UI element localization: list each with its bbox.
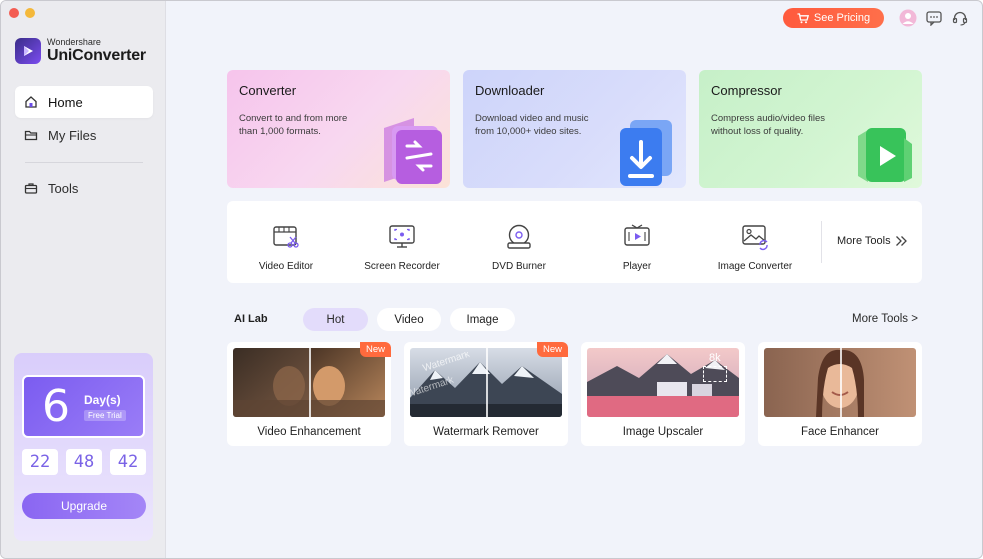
tab-hot[interactable]: Hot: [303, 308, 368, 331]
converter-art-icon: [384, 118, 442, 184]
screen-recorder-icon: [389, 225, 415, 248]
app-window: Wondershare UniConverter Home My Files T…: [0, 0, 983, 559]
uniconverter-logo-icon: [15, 38, 41, 64]
brand-company: Wondershare: [47, 37, 101, 47]
tool-player[interactable]: Player: [578, 201, 696, 283]
watermark-overlay: Watermark Watermark: [410, 352, 486, 417]
more-tools-link[interactable]: More Tools: [837, 235, 908, 247]
brand: Wondershare UniConverter: [15, 37, 146, 65]
player-icon: [624, 224, 650, 246]
feedback-icon[interactable]: [925, 9, 943, 27]
trial-card: 6 Day(s) Free Trial 22 48 42 Upgrade: [14, 353, 153, 541]
video-editor-icon: [273, 226, 299, 248]
ai-card-video-enhancement[interactable]: New Video Enhancement: [227, 342, 391, 446]
window-controls: [9, 8, 35, 18]
tab-video[interactable]: Video: [377, 308, 441, 331]
tool-label: Screen Recorder: [364, 261, 440, 272]
image-upscaler-thumbnail: 8k: [587, 348, 739, 417]
tool-video-editor[interactable]: Video Editor: [227, 201, 345, 283]
sidebar-divider: [25, 162, 143, 163]
sidebar-item-tools[interactable]: Tools: [15, 172, 153, 204]
free-trial-badge: Free Trial: [84, 409, 126, 421]
video-enhancement-thumbnail: [233, 348, 385, 417]
tools-divider: [821, 221, 822, 263]
ai-card-watermark-remover[interactable]: Watermark Watermark New Watermark Remove…: [404, 342, 568, 446]
dvd-burner-icon: [507, 224, 531, 249]
avatar[interactable]: [899, 9, 917, 27]
countdown-seconds: 42: [110, 449, 146, 475]
resolution-label: 8k: [709, 352, 721, 364]
ai-lab-more-tools-link[interactable]: More Tools >: [852, 313, 918, 325]
toolbox-icon: [24, 183, 38, 194]
tool-screen-recorder[interactable]: Screen Recorder: [343, 201, 461, 283]
trial-countdown: 22 48 42: [22, 449, 146, 475]
downloader-card[interactable]: Downloader Download video and music from…: [463, 70, 686, 188]
compressor-card[interactable]: Compressor Compress audio/video files wi…: [699, 70, 922, 188]
compressor-title: Compressor: [711, 83, 782, 98]
see-pricing-label: See Pricing: [813, 12, 871, 24]
sidebar-item-label: Tools: [48, 180, 79, 196]
see-pricing-button[interactable]: See Pricing: [783, 8, 884, 28]
compare-divider: [309, 348, 311, 417]
tool-dvd-burner[interactable]: DVD Burner: [460, 201, 578, 283]
tab-image[interactable]: Image: [450, 308, 515, 331]
new-badge: New: [359, 342, 391, 357]
trial-days-label: Day(s): [84, 392, 121, 407]
converter-title: Converter: [239, 83, 297, 98]
downloader-art-icon: [620, 120, 672, 186]
zoom-frame: [703, 366, 727, 382]
compressor-art-icon: [858, 128, 912, 182]
watermark-remover-thumbnail: Watermark Watermark: [410, 348, 562, 417]
new-badge: New: [536, 342, 568, 357]
brand-name: UniConverter: [47, 47, 146, 64]
cart-icon: [797, 12, 809, 23]
tool-label: Image Converter: [717, 261, 793, 272]
tool-label: DVD Burner: [492, 261, 546, 272]
double-chevron-right-icon: [895, 236, 907, 246]
watermark-text: Watermark: [410, 374, 456, 401]
sidebar-item-label: Home: [48, 94, 83, 110]
face-enhancer-thumbnail: [764, 348, 916, 417]
close-window-button[interactable]: [9, 8, 19, 18]
folder-icon: [24, 130, 38, 141]
downloader-title: Downloader: [475, 83, 545, 98]
ai-card-label: Face Enhancer: [801, 426, 879, 438]
tool-label: Video Editor: [258, 261, 314, 272]
sidebar-item-label: My Files: [48, 127, 97, 143]
ai-card-label: Watermark Remover: [433, 426, 539, 438]
trial-days-box: 6 Day(s) Free Trial: [22, 375, 145, 438]
home-icon: [25, 96, 37, 108]
sidebar: Wondershare UniConverter Home My Files T…: [1, 1, 166, 558]
sidebar-item-my-files[interactable]: My Files: [15, 119, 153, 151]
ai-card-face-enhancer[interactable]: Face Enhancer: [758, 342, 922, 446]
compare-divider: [840, 348, 842, 417]
upgrade-button[interactable]: Upgrade: [22, 493, 146, 519]
support-headset-icon[interactable]: [951, 9, 969, 27]
more-tools-label: More Tools: [837, 235, 891, 247]
sidebar-item-home[interactable]: Home: [15, 86, 153, 118]
ai-card-image-upscaler[interactable]: 8k Image Upscaler: [581, 342, 745, 446]
ai-card-label: Video Enhancement: [257, 426, 361, 438]
trial-days-number: 6: [42, 380, 70, 432]
watermark-text: Watermark: [421, 352, 472, 375]
ai-lab-title: AI Lab: [234, 313, 268, 325]
quick-tools-bar: Video Editor Screen Recorder DVD Burner …: [227, 201, 922, 283]
compare-divider: [486, 348, 488, 417]
countdown-hours: 22: [22, 449, 58, 475]
converter-card[interactable]: Converter Convert to and from more than …: [227, 70, 450, 188]
minimize-window-button[interactable]: [25, 8, 35, 18]
ai-card-label: Image Upscaler: [622, 426, 704, 438]
image-converter-icon: [742, 225, 768, 251]
tool-label: Player: [622, 261, 652, 272]
tool-image-converter[interactable]: Image Converter: [696, 201, 814, 283]
downloader-desc: Download video and music from 10,000+ vi…: [475, 113, 589, 137]
compressor-desc: Compress audio/video files without loss …: [711, 113, 826, 137]
converter-desc: Convert to and from more than 1,000 form…: [239, 113, 348, 137]
countdown-minutes: 48: [66, 449, 102, 475]
